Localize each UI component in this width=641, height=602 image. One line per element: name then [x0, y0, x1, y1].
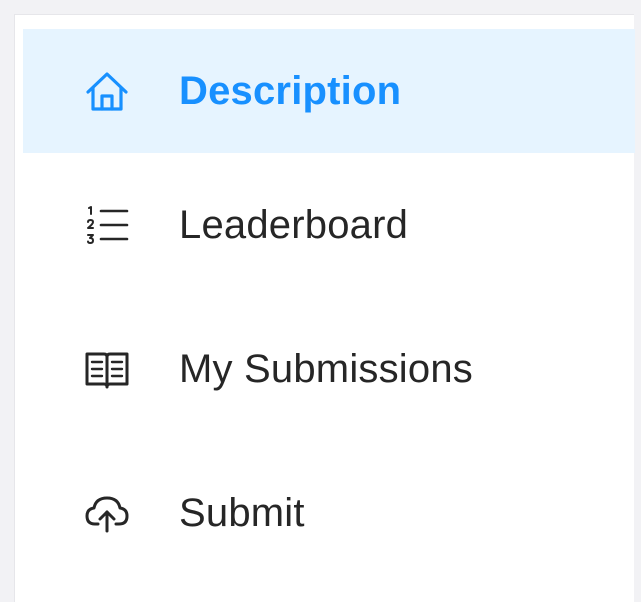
side-menu: Description Leaderboard My Submissions S…: [23, 29, 635, 585]
home-icon: [83, 67, 131, 115]
ordered-list-icon: [83, 201, 131, 249]
book-icon: [83, 345, 131, 393]
menu-item-label: My Submissions: [179, 346, 473, 391]
menu-item-label: Description: [179, 68, 402, 113]
menu-item-label: Submit: [179, 490, 305, 535]
menu-item-description[interactable]: Description: [23, 29, 635, 153]
menu-item-submit[interactable]: Submit: [23, 441, 635, 585]
menu-item-label: Leaderboard: [179, 202, 409, 247]
side-menu-panel: Description Leaderboard My Submissions S…: [14, 14, 635, 602]
menu-item-my-submissions[interactable]: My Submissions: [23, 297, 635, 441]
cloud-upload-icon: [83, 489, 131, 537]
menu-item-leaderboard[interactable]: Leaderboard: [23, 153, 635, 297]
